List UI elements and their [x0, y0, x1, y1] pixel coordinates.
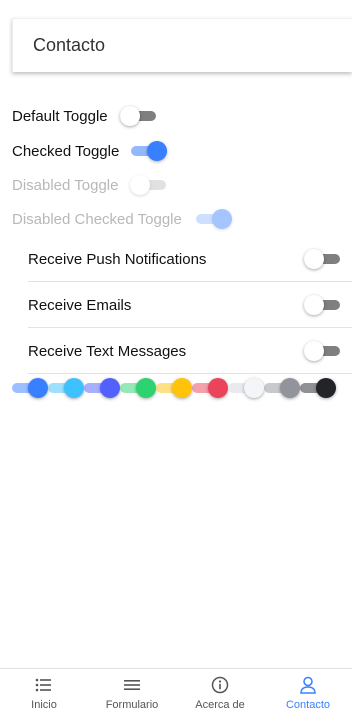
tab-inicio[interactable]: Inicio — [0, 669, 88, 725]
color-toggle-medium[interactable] — [264, 378, 300, 398]
person-icon — [298, 675, 318, 695]
menu-icon — [122, 675, 142, 695]
color-toggle-dark[interactable] — [300, 378, 336, 398]
color-toggle-warning[interactable] — [156, 378, 192, 398]
checked-toggle[interactable] — [131, 141, 168, 161]
color-toggle-tertiary[interactable] — [84, 378, 120, 398]
tab-contacto[interactable]: Contacto — [264, 669, 352, 725]
app-header: Contacto — [12, 18, 352, 72]
emails-toggle[interactable] — [304, 295, 340, 315]
tab-label: Contacto — [285, 699, 331, 711]
list-item-label: Receive Emails — [28, 296, 132, 314]
notification-list: Receive Push Notifications Receive Email… — [12, 236, 352, 374]
default-toggle-label: Default Toggle — [12, 107, 108, 125]
list-item-text-messages: Receive Text Messages — [12, 328, 352, 374]
list-item-label: Receive Text Messages — [28, 342, 187, 360]
color-toggle-light[interactable] — [228, 378, 264, 398]
page-title: Contacto — [33, 35, 106, 55]
divider — [28, 373, 352, 374]
disabled-checked-toggle — [195, 209, 232, 229]
list-icon — [34, 675, 54, 695]
text-messages-toggle[interactable] — [304, 341, 340, 361]
color-toggle-primary[interactable] — [12, 378, 48, 398]
tab-acerca-de[interactable]: Acerca de — [176, 669, 264, 725]
disabled-checked-toggle-row: Disabled Checked Toggle — [12, 207, 232, 231]
disabled-toggle-row: Disabled Toggle — [12, 173, 167, 197]
status-strip — [0, 0, 352, 16]
tab-label: Formulario — [105, 699, 159, 711]
tab-label: Acerca de — [195, 699, 245, 711]
list-item-label: Receive Push Notifications — [28, 250, 207, 268]
tab-formulario[interactable]: Formulario — [88, 669, 176, 725]
push-notifications-toggle[interactable] — [304, 249, 340, 269]
color-toggle-danger[interactable] — [192, 378, 228, 398]
default-toggle[interactable] — [119, 106, 156, 126]
disabled-toggle — [130, 175, 167, 195]
tab-bar: Inicio Formulario Acerca de Contacto — [0, 668, 352, 725]
disabled-checked-toggle-label: Disabled Checked Toggle — [12, 210, 182, 228]
color-toggle-secondary[interactable] — [48, 378, 84, 398]
color-toggle-success[interactable] — [120, 378, 156, 398]
disabled-toggle-label: Disabled Toggle — [12, 176, 119, 194]
info-icon — [210, 675, 230, 695]
tab-label: Inicio — [31, 699, 57, 711]
color-toggle-row — [12, 378, 336, 398]
default-toggle-row: Default Toggle — [12, 104, 156, 128]
checked-toggle-label: Checked Toggle — [12, 142, 120, 160]
checked-toggle-row: Checked Toggle — [12, 139, 168, 163]
list-item-emails: Receive Emails — [12, 282, 352, 328]
list-item-push: Receive Push Notifications — [12, 236, 352, 282]
